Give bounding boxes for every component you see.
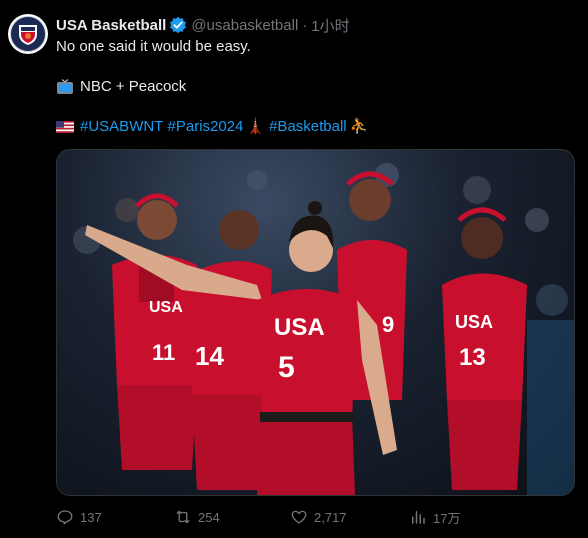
broadcast-text: NBC + Peacock (80, 78, 187, 95)
tweet-broadcast-line: NBC + Peacock (56, 77, 186, 97)
tweet-actions: 137 254 2,717 17万 (56, 506, 566, 528)
basketball-player-icon: ⛹ (349, 118, 369, 135)
jersey-number: 13 (459, 344, 486, 371)
verified-badge-icon (170, 16, 187, 34)
view-count: 17万 (433, 510, 461, 526)
eiffel-tower-icon: 🗼 (246, 118, 266, 135)
tweet-text-line: No one said it would be easy. (56, 38, 251, 55)
us-flag-icon (56, 121, 74, 133)
team-huddle-photo: USA 11 14 9 USA 13 USA 5 (73, 163, 574, 495)
heart-icon (291, 510, 307, 524)
player-13: USA 13 (442, 207, 527, 490)
reply-icon (57, 510, 73, 525)
like-count: 2,717 (314, 509, 347, 525)
views-chart-icon (412, 511, 425, 524)
repost-button[interactable]: 254 (174, 506, 220, 528)
jersey-number: 5 (278, 351, 295, 384)
usa-basketball-logo-icon (10, 16, 46, 52)
reply-count: 137 (80, 509, 102, 525)
jersey-text: USA (274, 314, 325, 341)
repost-count: 254 (198, 509, 220, 525)
jersey-number: 11 (152, 340, 175, 365)
hashtag-basketball[interactable]: #Basketball (269, 117, 347, 137)
tweet: USA Basketball @usabasketball · 1小时 No o… (0, 0, 588, 538)
separator: · (302, 16, 308, 34)
views-button[interactable]: 17万 (409, 506, 460, 528)
tv-icon (57, 79, 73, 94)
hashtag-line: #USABWNT #Paris2024 🗼 #Basketball ⛹ (56, 117, 372, 137)
avatar[interactable] (8, 14, 48, 54)
tweet-header: USA Basketball @usabasketball · 1小时 (56, 15, 350, 35)
jersey-text: USA (149, 299, 183, 316)
jersey-text: USA (455, 312, 493, 332)
player-11: USA 11 (112, 193, 197, 470)
like-button[interactable]: 2,717 (290, 506, 347, 528)
reply-button[interactable]: 137 (56, 506, 102, 528)
hashtag-paris2024[interactable]: #Paris2024 (168, 117, 244, 137)
timestamp[interactable]: 1小时 (311, 15, 349, 36)
tweet-media-photo[interactable]: USA 11 14 9 USA 13 USA 5 (56, 149, 575, 496)
repost-icon (176, 510, 190, 524)
author-handle[interactable]: @usabasketball (191, 17, 298, 34)
hashtag-usabwnt[interactable]: #USABWNT (80, 117, 163, 137)
jersey-number: 14 (195, 341, 224, 371)
jersey-number: 9 (382, 312, 394, 337)
author-name[interactable]: USA Basketball (56, 17, 166, 34)
